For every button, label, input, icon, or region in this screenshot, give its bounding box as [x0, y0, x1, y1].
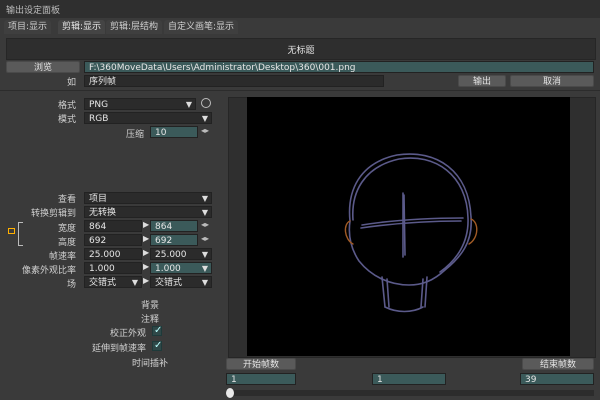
- window-title: 输出设定面板: [6, 6, 61, 16]
- width-label: 宽度: [57, 224, 76, 234]
- width-field-source[interactable]: 864: [84, 220, 142, 232]
- chevron-down-icon: ▼: [201, 194, 208, 203]
- start-frame-button[interactable]: 开始帧数: [226, 358, 296, 370]
- play-arrow-icon: ▶: [143, 248, 150, 257]
- chevron-down-icon: ▼: [201, 278, 208, 287]
- end-frame-field[interactable]: 39: [520, 373, 594, 385]
- fps-field-source[interactable]: 25.000: [84, 248, 142, 260]
- chevron-down-icon: ▼: [131, 278, 138, 287]
- view-select-value: 项目: [89, 194, 108, 204]
- tab-clip-layers[interactable]: 剪辑:层结构: [106, 20, 163, 34]
- start-frame-field[interactable]: 1: [226, 373, 296, 385]
- field-order-source-value: 交错式: [89, 278, 117, 288]
- notes-label: 注释: [140, 315, 159, 325]
- fps-label: 帧速率: [48, 252, 76, 262]
- timeline-track[interactable]: [226, 390, 594, 396]
- time-interp-label: 时间插补: [131, 359, 168, 369]
- chevron-down-icon: ▼: [201, 250, 208, 259]
- view-label: 查看: [57, 195, 76, 205]
- as-select-value: 序列帧: [89, 77, 117, 87]
- checkmark-icon: ✓: [154, 325, 163, 336]
- divider: [0, 90, 600, 91]
- tab-custom-brush-display[interactable]: 自定义画笔:显示: [164, 20, 239, 34]
- fps-select-value: 25.000: [155, 250, 187, 260]
- fps-select-output[interactable]: 25.000 ▼: [150, 248, 212, 260]
- height-field-source[interactable]: 692: [84, 234, 142, 246]
- sketch-drawing: [344, 153, 478, 313]
- convert-select-value: 无转换: [89, 208, 117, 218]
- output-button[interactable]: 输出: [458, 75, 506, 87]
- as-label: 如: [66, 78, 76, 88]
- field-order-output[interactable]: 交错式 ▼: [150, 276, 212, 288]
- height-field-output[interactable]: 692: [150, 234, 198, 246]
- field-order-source[interactable]: 交错式 ▼: [84, 276, 142, 288]
- document-title: 无标题: [287, 46, 315, 56]
- preview-canvas: [247, 97, 570, 356]
- browse-button[interactable]: 浏览: [6, 61, 80, 73]
- view-select[interactable]: 项目 ▼: [84, 192, 212, 204]
- play-arrow-icon: ▶: [143, 262, 150, 271]
- chevron-down-icon: ▼: [201, 114, 208, 123]
- height-label: 高度: [57, 238, 76, 248]
- chevron-down-icon: ▼: [201, 264, 208, 273]
- convert-select[interactable]: 无转换 ▼: [84, 206, 212, 218]
- mode-label: 模式: [57, 115, 76, 125]
- document-title-bar: 无标题: [6, 38, 596, 60]
- compress-label: 压缩: [125, 130, 144, 140]
- extend-fps-checkbox[interactable]: ✓: [152, 340, 163, 351]
- chevron-down-icon: ▼: [201, 208, 208, 217]
- chevron-down-icon: ▼: [185, 100, 192, 109]
- field-order-label: 场: [66, 280, 76, 290]
- format-options-icon[interactable]: [201, 98, 211, 108]
- par-select-value: 1.000: [155, 264, 181, 274]
- par-select-output[interactable]: 1.000 ▼: [150, 262, 212, 274]
- par-label: 像素外观比率: [21, 266, 76, 276]
- play-arrow-icon: ▶: [143, 276, 150, 285]
- mode-select-value: RGB: [89, 114, 109, 124]
- checkmark-icon: ✓: [154, 340, 163, 351]
- width-field-output[interactable]: 864: [150, 220, 198, 232]
- height-stepper-icon[interactable]: ◂▸: [201, 234, 209, 243]
- play-arrow-icon: ▶: [143, 234, 150, 243]
- correct-aspect-label: 校正外观: [109, 329, 146, 339]
- format-select-value: PNG: [89, 100, 109, 110]
- current-frame-field[interactable]: 1: [372, 373, 446, 385]
- timeline-handle[interactable]: [226, 388, 234, 398]
- par-field-source[interactable]: 1.000: [84, 262, 142, 274]
- as-select[interactable]: 序列帧: [84, 75, 384, 87]
- output-path-field[interactable]: F:\360MoveData\Users\Administrator\Deskt…: [84, 61, 594, 73]
- convert-label: 转换剪辑到: [30, 209, 76, 219]
- end-frame-button[interactable]: 结束帧数: [522, 358, 594, 370]
- format-label: 格式: [57, 101, 76, 111]
- compress-stepper-icon[interactable]: ◂▸: [201, 126, 209, 135]
- background-label: 背景: [140, 301, 159, 311]
- correct-aspect-checkbox[interactable]: ✓: [152, 325, 163, 336]
- tab-project-display[interactable]: 项目:显示: [4, 20, 52, 34]
- width-stepper-icon[interactable]: ◂▸: [201, 220, 209, 229]
- play-arrow-icon: ▶: [143, 220, 150, 229]
- tab-clip-display[interactable]: 剪辑:显示: [58, 20, 106, 34]
- tab-bar: 项目:显示 剪辑:显示 剪辑:层结构 自定义画笔:显示: [0, 18, 600, 35]
- window-titlebar: 输出设定面板: [0, 0, 600, 18]
- extend-fps-label: 延伸到帧速率: [91, 344, 146, 354]
- cancel-button[interactable]: 取消: [510, 75, 594, 87]
- compress-field[interactable]: 10: [150, 126, 198, 138]
- format-select[interactable]: PNG ▼: [84, 98, 196, 110]
- field-order-output-value: 交错式: [155, 278, 183, 288]
- mode-select[interactable]: RGB ▼: [84, 112, 212, 124]
